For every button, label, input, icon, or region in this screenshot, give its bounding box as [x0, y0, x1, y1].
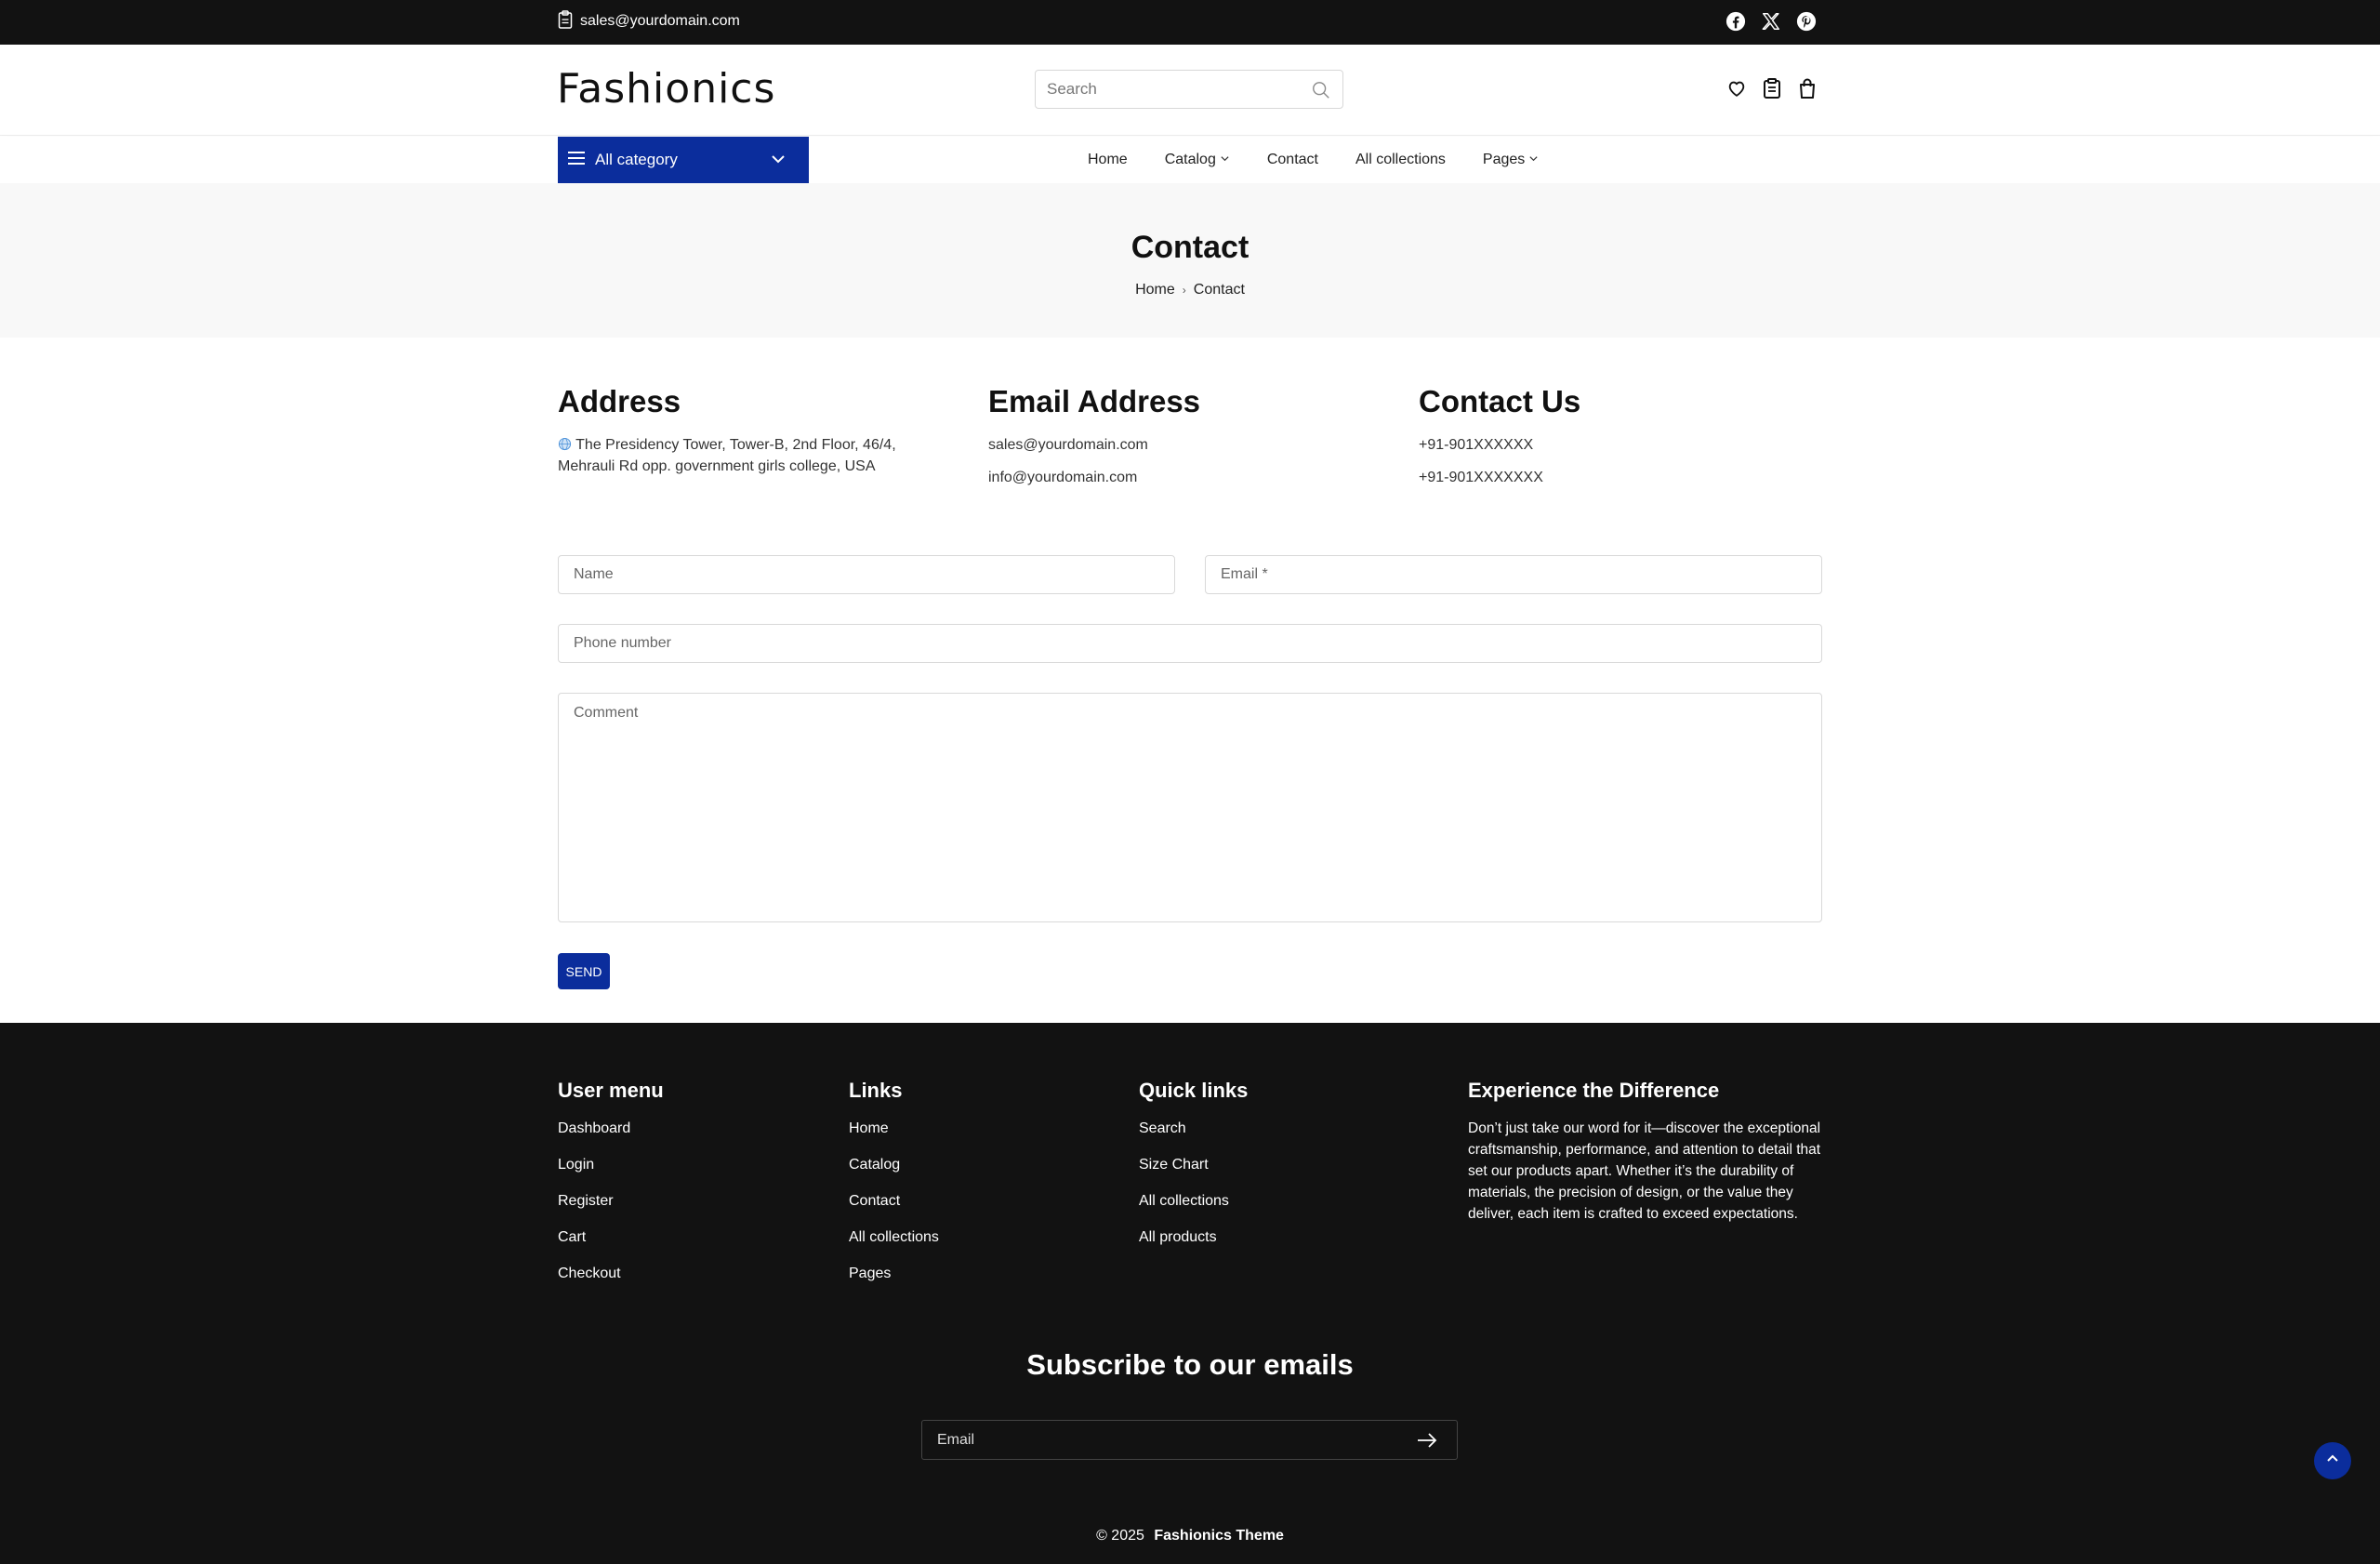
chevron-down-icon [770, 151, 787, 172]
nav-item-pages[interactable]: Pages [1483, 152, 1539, 168]
footer-experience: Experience the Difference Don’t just tak… [1468, 1079, 1826, 1225]
nav-item-all-collections[interactable]: All collections [1355, 152, 1446, 168]
nav-item-label: Catalog [1164, 152, 1216, 167]
breadcrumb-separator-icon: › [1182, 284, 1186, 297]
footer-link[interactable]: Dashboard [558, 1118, 664, 1154]
subscribe-field-wrapper [921, 1420, 1458, 1460]
copyright-brand[interactable]: Fashionics Theme [1154, 1528, 1284, 1544]
phone-field-wrapper [558, 624, 1822, 663]
page-title: Contact [1130, 230, 1250, 265]
clipboard-icon [558, 9, 573, 33]
subscribe-title: Subscribe to our emails [1026, 1348, 1354, 1381]
pinterest-icon[interactable] [1795, 10, 1818, 33]
email-section: Email Address sales@yourdomain.com info@… [988, 384, 1379, 499]
compare-clipboard-icon[interactable] [1760, 76, 1784, 100]
chevron-up-icon [2324, 1451, 2341, 1472]
nav-item-label: Pages [1482, 152, 1526, 167]
phone-field[interactable] [559, 625, 1821, 662]
footer-link[interactable]: Register [558, 1190, 664, 1226]
footer-link[interactable]: Size Chart [1139, 1154, 1248, 1190]
footer-link[interactable]: Contact [849, 1190, 939, 1226]
nav-item-label: Contact [1266, 152, 1318, 167]
search-icon[interactable] [1311, 80, 1331, 105]
topbar-email-text: sales@yourdomain.com [580, 13, 740, 29]
footer-link[interactable]: Pages [849, 1263, 939, 1299]
cart-bag-icon[interactable] [1795, 76, 1819, 100]
footer-link[interactable]: All collections [849, 1226, 939, 1263]
send-button[interactable]: SEND [558, 953, 610, 989]
email-field[interactable] [1206, 556, 1821, 593]
site-footer: User menu Dashboard Login Register Cart … [0, 1023, 2380, 1564]
breadcrumb: Home › Contact [0, 282, 2380, 298]
footer-link[interactable]: Login [558, 1154, 664, 1190]
nav-item-contact[interactable]: Contact [1267, 152, 1318, 168]
breadcrumb-current: Contact [1193, 282, 1245, 298]
facebook-icon[interactable] [1725, 10, 1747, 33]
page-title-band: Contact Home › Contact [0, 183, 2380, 338]
nav-item-home[interactable]: Home [1088, 152, 1128, 168]
header-actions [1725, 76, 1819, 100]
contact-heading: Contact Us [1419, 384, 1581, 418]
email-line[interactable]: sales@yourdomain.com [988, 434, 1379, 456]
arrow-right-icon[interactable] [1416, 1430, 1438, 1455]
footer-link[interactable]: Checkout [558, 1263, 664, 1299]
footer-link[interactable]: Search [1139, 1118, 1248, 1154]
all-category-button[interactable]: All category [558, 137, 809, 183]
social-links [1725, 0, 1818, 43]
footer-heading: Experience the Difference [1468, 1079, 1720, 1102]
address-heading: Address [558, 384, 681, 418]
globe-icon [558, 437, 572, 453]
copyright-year: © 2025 [1096, 1528, 1144, 1544]
comment-field[interactable] [559, 694, 1821, 921]
address-text: The Presidency Tower, Tower-B, 2nd Floor… [558, 434, 948, 477]
footer-link[interactable]: All collections [1139, 1190, 1248, 1226]
footer-link[interactable]: Catalog [849, 1154, 939, 1190]
email-heading: Email Address [988, 384, 1201, 418]
name-field[interactable] [559, 556, 1174, 593]
footer-user-menu: User menu Dashboard Login Register Cart … [558, 1079, 664, 1299]
site-header: Fashionics [0, 45, 2380, 136]
wishlist-heart-icon[interactable] [1725, 76, 1749, 100]
name-field-wrapper [558, 555, 1175, 594]
footer-link[interactable]: Cart [558, 1226, 664, 1263]
footer-experience-text: Don’t just take our word for it—discover… [1468, 1120, 1821, 1222]
site-logo[interactable]: Fashionics [557, 65, 775, 113]
search-input[interactable] [1036, 80, 1296, 99]
contact-section: Contact Us +91-901XXXXXX +91-901XXXXXXX [1419, 384, 1809, 499]
all-category-label: All category [595, 151, 678, 168]
footer-heading: Quick links [1139, 1079, 1249, 1102]
footer-quick-links: Quick links Search Size Chart All collec… [1139, 1079, 1248, 1263]
chevron-down-icon [1220, 152, 1230, 168]
comment-field-wrapper [558, 693, 1822, 922]
scroll-to-top-button[interactable] [2314, 1442, 2351, 1479]
phone-line[interactable]: +91-901XXXXXXX [1419, 467, 1809, 488]
hamburger-icon [567, 150, 586, 171]
email-field-wrapper [1205, 555, 1822, 594]
chevron-down-icon [1528, 152, 1539, 168]
breadcrumb-home[interactable]: Home [1135, 282, 1175, 298]
nav-item-label: Home [1088, 152, 1128, 167]
x-icon[interactable] [1760, 10, 1782, 33]
top-bar: sales@yourdomain.com [0, 0, 2380, 45]
nav-item-label: All collections [1355, 152, 1446, 167]
address-section: Address The Presidency Tower, Tower-B, 2… [558, 384, 948, 477]
subscribe-email-input[interactable] [922, 1431, 1387, 1449]
footer-heading: User menu [558, 1079, 664, 1102]
nav-links: Home Catalog Contact All collections Pag… [1088, 137, 1576, 183]
copyright: © 2025 Fashionics Theme [0, 1528, 2380, 1544]
footer-heading: Links [849, 1079, 903, 1102]
nav-item-catalog[interactable]: Catalog [1165, 152, 1230, 168]
footer-link[interactable]: All products [1139, 1226, 1248, 1263]
main-nav-bar: All category Home Catalog Contact All co… [0, 137, 2380, 183]
phone-line[interactable]: +91-901XXXXXX [1419, 434, 1809, 456]
footer-links: Links Home Catalog Contact All collectio… [849, 1079, 939, 1299]
address-value: The Presidency Tower, Tower-B, 2nd Floor… [558, 437, 896, 474]
footer-link[interactable]: Home [849, 1118, 939, 1154]
topbar-email[interactable]: sales@yourdomain.com [558, 0, 740, 43]
email-line[interactable]: info@yourdomain.com [988, 467, 1379, 488]
search-box [1035, 70, 1343, 109]
